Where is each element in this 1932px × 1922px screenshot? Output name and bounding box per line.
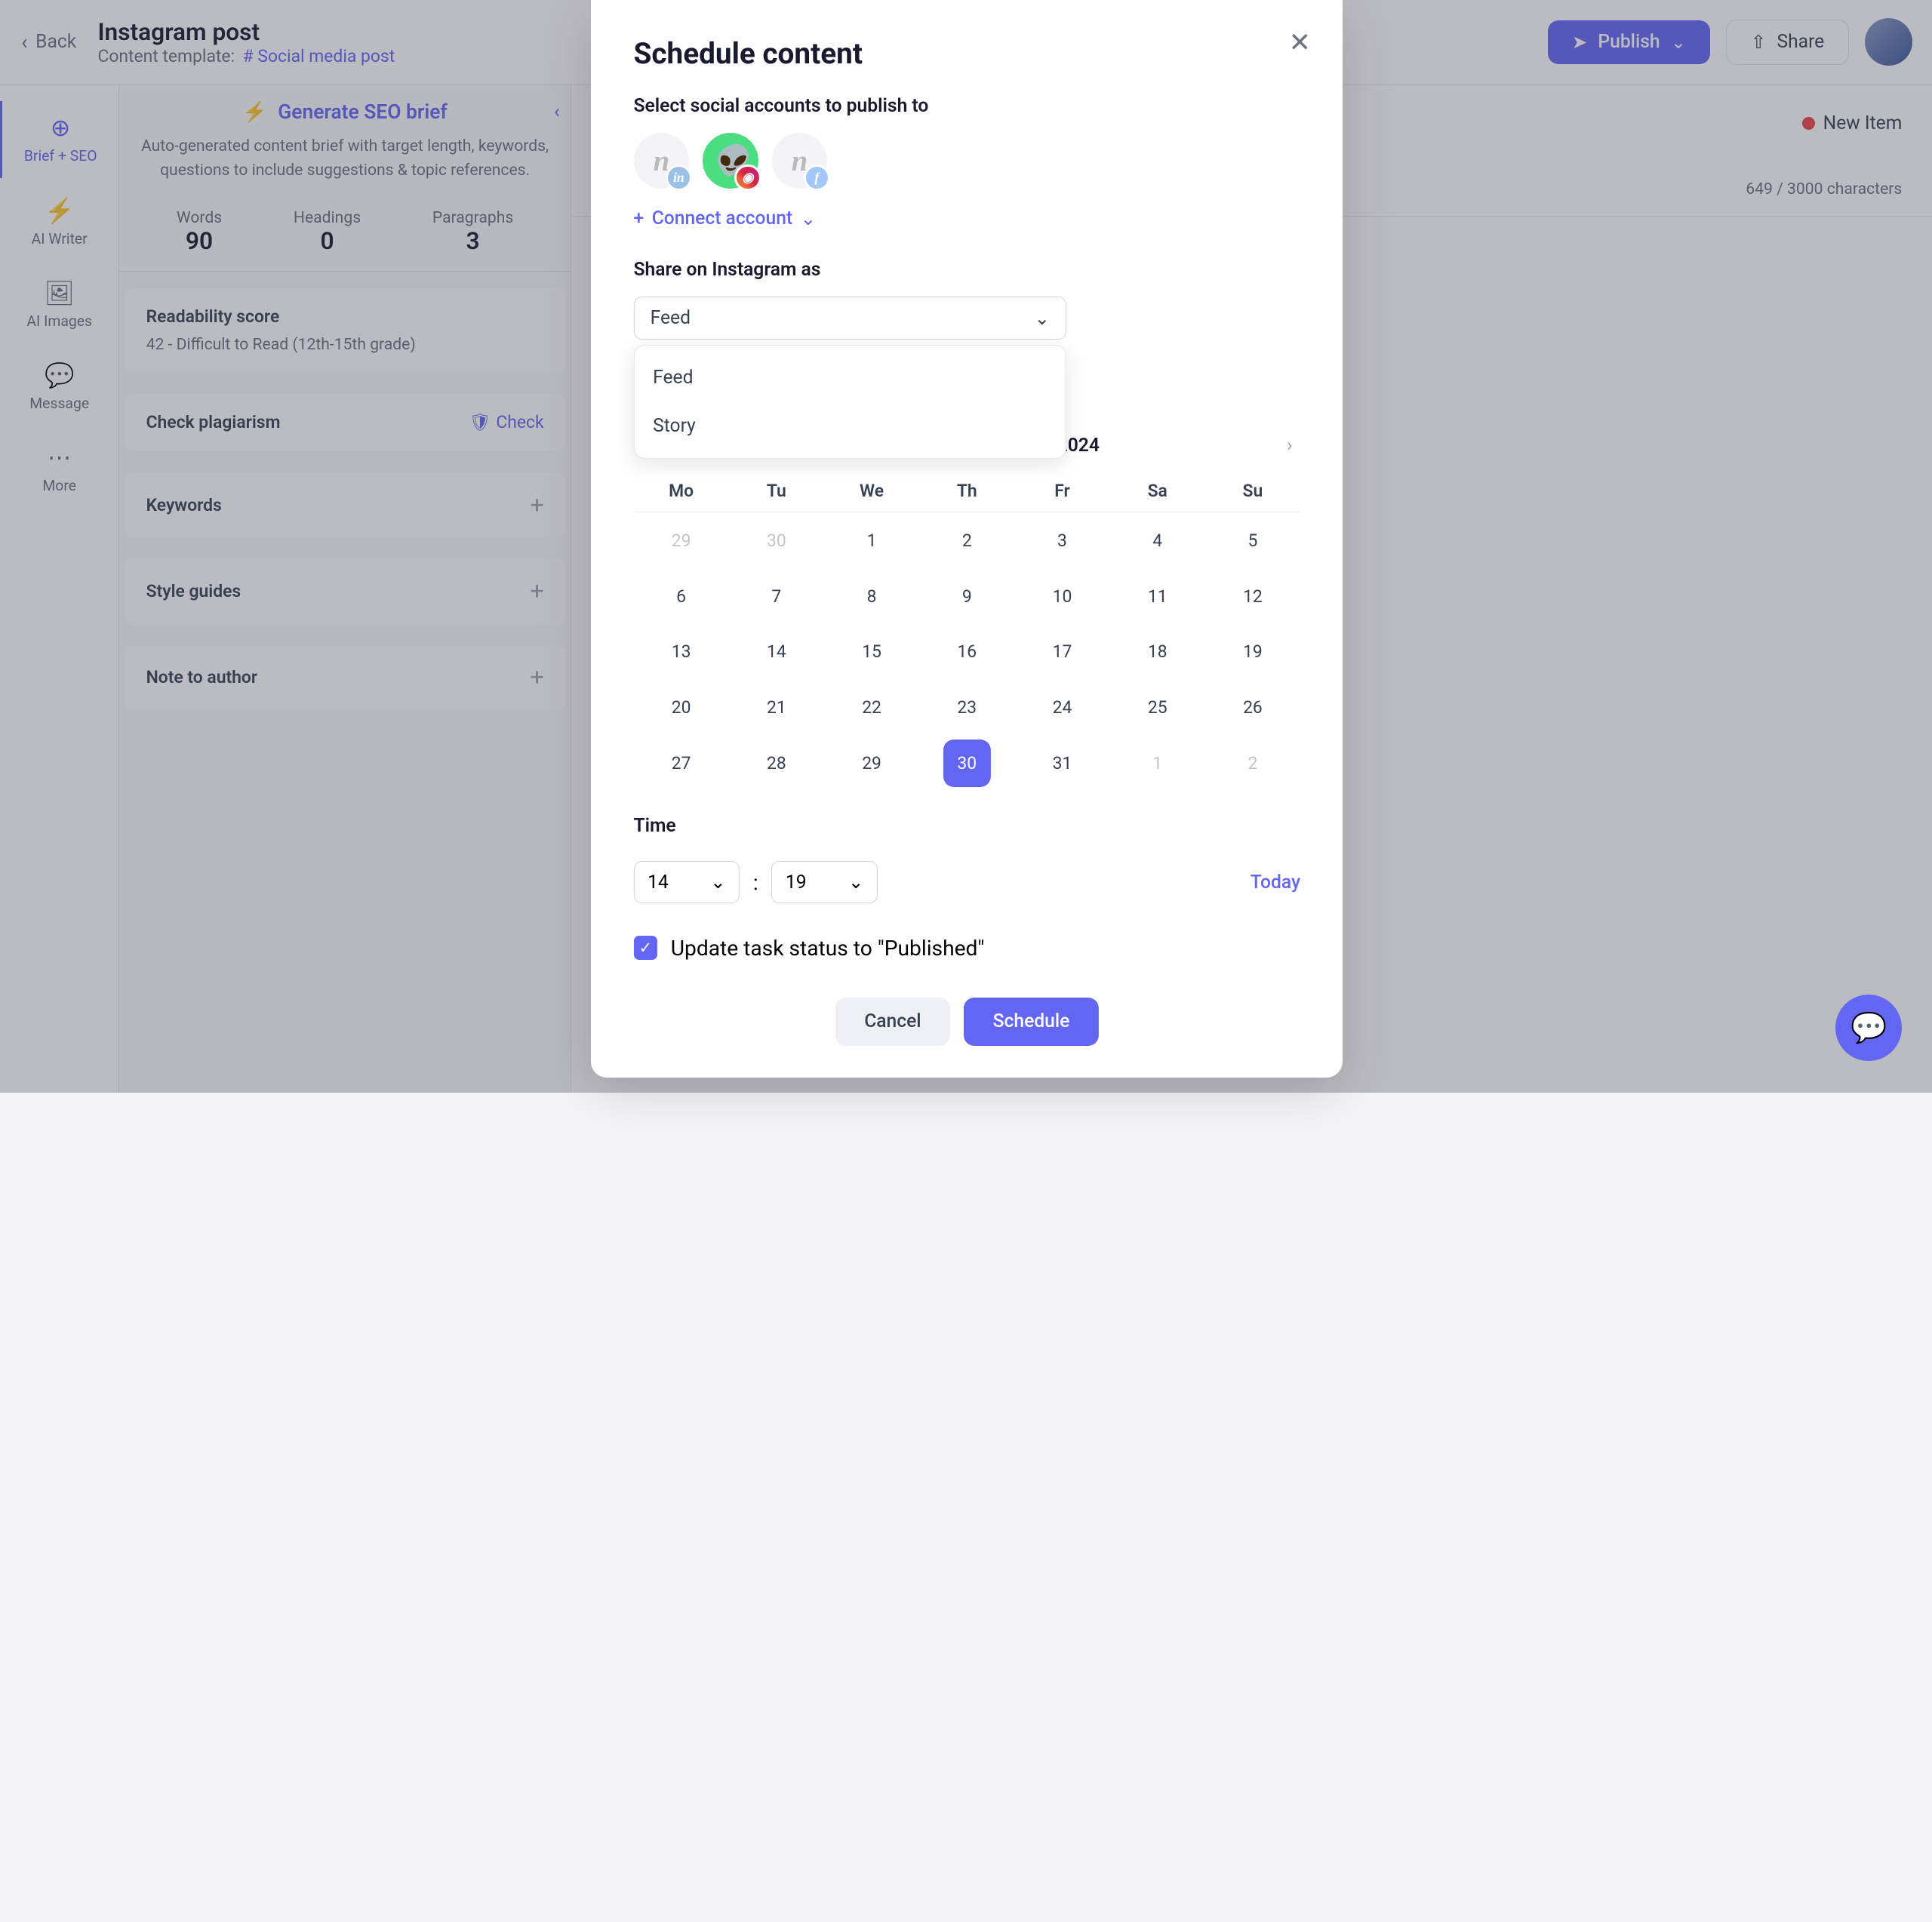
connect-label: Connect account [652, 208, 792, 229]
account-facebook[interactable]: n f [772, 133, 828, 189]
calendar-day[interactable]: 11 [1110, 568, 1205, 624]
calendar-day[interactable]: 14 [729, 624, 824, 680]
calendar-day[interactable]: 13 [634, 624, 729, 680]
share-as-options: Feed Story [634, 345, 1067, 459]
option-feed[interactable]: Feed [635, 353, 1066, 401]
calendar-day[interactable]: 20 [634, 680, 729, 736]
instagram-badge-icon: ◉ [734, 165, 761, 191]
calendar-day[interactable]: 15 [824, 624, 919, 680]
calendar-day[interactable]: 17 [1014, 624, 1109, 680]
cancel-button[interactable]: Cancel [835, 998, 950, 1046]
time-hour-value: 14 [648, 872, 669, 893]
time-hour-select[interactable]: 14 ⌄ [634, 861, 740, 903]
calendar-day[interactable]: 9 [919, 568, 1014, 624]
update-status-label: Update task status to "Published" [671, 936, 985, 961]
connect-account-button[interactable]: + Connect account ⌄ [634, 208, 1301, 230]
time-label: Time [634, 815, 1301, 837]
chevron-down-icon: ⌄ [848, 871, 864, 893]
calendar-day[interactable]: 1 [824, 512, 919, 568]
modal-title: Schedule content [634, 37, 1301, 71]
calendar-day[interactable]: 28 [729, 736, 824, 792]
time-separator: : [753, 870, 758, 895]
calendar-day[interactable]: 22 [824, 680, 919, 736]
account-linkedin[interactable]: n in [634, 133, 690, 189]
today-button[interactable]: Today [1251, 872, 1300, 893]
close-button[interactable]: ✕ [1289, 26, 1311, 58]
chat-fab-button[interactable]: 💬 [1835, 995, 1902, 1061]
account-instagram[interactable]: 👽 ◉ [703, 133, 758, 189]
calendar-day[interactable]: 16 [919, 624, 1014, 680]
calendar-dow: Tu [729, 470, 824, 512]
calendar-day[interactable]: 30 [919, 736, 1014, 792]
calendar-day[interactable]: 5 [1205, 512, 1300, 568]
calendar-day[interactable]: 10 [1014, 568, 1109, 624]
calendar-day[interactable]: 18 [1110, 624, 1205, 680]
chevron-down-icon: ⌄ [801, 208, 817, 230]
linkedin-badge-icon: in [666, 165, 692, 191]
calendar-day[interactable]: 19 [1205, 624, 1300, 680]
calendar-day[interactable]: 12 [1205, 568, 1300, 624]
update-status-checkbox[interactable]: ✓ [634, 936, 658, 960]
share-as-label: Share on Instagram as [634, 259, 1301, 281]
calendar-day[interactable]: 31 [1014, 736, 1109, 792]
calendar-dow: Th [919, 470, 1014, 512]
calendar-day[interactable]: 29 [824, 736, 919, 792]
calendar-dow: Su [1205, 470, 1300, 512]
share-as-value: Feed [651, 307, 691, 329]
calendar-dow: We [824, 470, 919, 512]
plus-icon: + [634, 208, 645, 229]
calendar-day[interactable]: 25 [1110, 680, 1205, 736]
facebook-badge-icon: f [804, 165, 830, 191]
option-story[interactable]: Story [635, 402, 1066, 451]
share-as-select[interactable]: Feed ⌄ [634, 297, 1067, 339]
time-minute-select[interactable]: 19 ⌄ [771, 861, 878, 903]
calendar-day[interactable]: 6 [634, 568, 729, 624]
calendar-day[interactable]: 23 [919, 680, 1014, 736]
calendar-dow: Mo [634, 470, 729, 512]
calendar-day[interactable]: 2 [1205, 736, 1300, 792]
calendar-day[interactable]: 24 [1014, 680, 1109, 736]
calendar-day[interactable]: 29 [634, 512, 729, 568]
calendar-day[interactable]: 27 [634, 736, 729, 792]
calendar-dow: Fr [1014, 470, 1109, 512]
calendar-day[interactable]: 2 [919, 512, 1014, 568]
calendar-day[interactable]: 3 [1014, 512, 1109, 568]
calendar-day[interactable]: 21 [729, 680, 824, 736]
select-accounts-label: Select social accounts to publish to [634, 95, 1301, 117]
calendar-next-button[interactable]: › [1287, 435, 1292, 457]
calendar-day[interactable]: 30 [729, 512, 824, 568]
schedule-button[interactable]: Schedule [964, 998, 1099, 1046]
calendar-dow: Sa [1110, 470, 1205, 512]
calendar-day[interactable]: 1 [1110, 736, 1205, 792]
calendar-day[interactable]: 7 [729, 568, 824, 624]
chat-icon: 💬 [1850, 1011, 1887, 1045]
time-minute-value: 19 [786, 872, 807, 893]
calendar-day[interactable]: 26 [1205, 680, 1300, 736]
schedule-content-modal: ✕ Schedule content Select social account… [591, 0, 1343, 1078]
chevron-down-icon: ⌄ [1035, 307, 1051, 330]
calendar-day[interactable]: 4 [1110, 512, 1205, 568]
chevron-down-icon: ⌄ [710, 871, 726, 893]
calendar-day[interactable]: 8 [824, 568, 919, 624]
